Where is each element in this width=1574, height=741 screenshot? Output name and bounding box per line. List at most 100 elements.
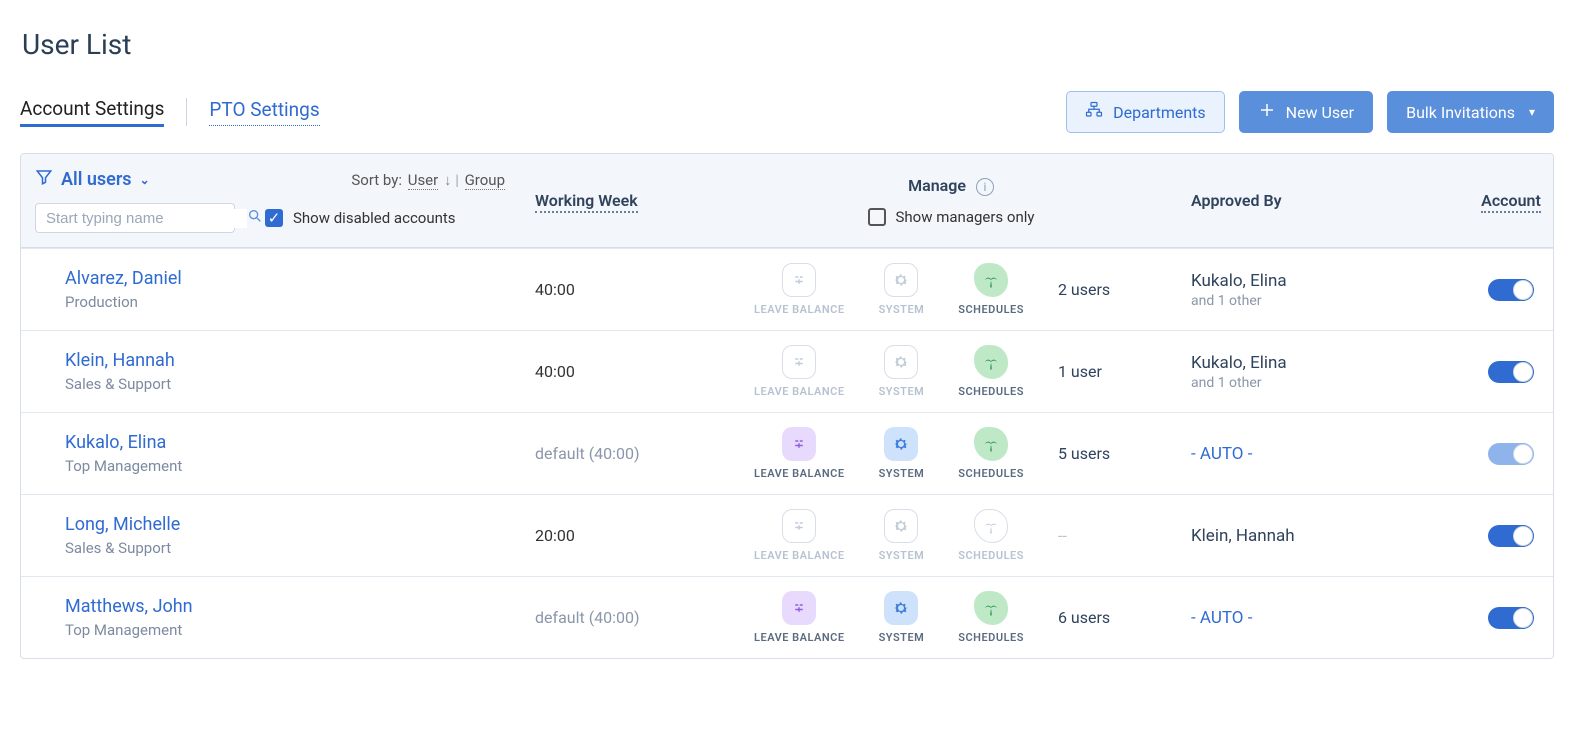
approved-by-cell[interactable]: - AUTO - <box>1181 444 1441 464</box>
funnel-icon <box>35 168 53 191</box>
working-week-value[interactable]: 40:00 <box>521 280 721 299</box>
header-approved-by: Approved By <box>1181 191 1441 210</box>
user-name-link[interactable]: Kukalo, Elina <box>65 432 521 453</box>
user-name-link[interactable]: Matthews, John <box>65 596 521 617</box>
managed-users-count[interactable]: -- <box>1058 526 1128 545</box>
working-week-value[interactable]: default (40:00) <box>521 444 721 463</box>
managed-users-count[interactable]: 6 users <box>1058 608 1128 627</box>
managed-users-count[interactable]: 1 user <box>1058 362 1128 381</box>
palm-icon <box>974 263 1008 297</box>
manage-label: SCHEDULES <box>958 549 1024 562</box>
schedules-button[interactable]: SCHEDULES <box>958 345 1024 398</box>
account-sort[interactable]: Account <box>1481 191 1541 213</box>
toggle-knob <box>1513 362 1533 382</box>
user-cell: Long, MichelleSales & Support <box>21 514 521 557</box>
leave-balance-button[interactable]: LEAVE BALANCE <box>754 345 845 398</box>
manage-label: SYSTEM <box>879 303 925 316</box>
system-button[interactable]: SYSTEM <box>879 591 925 644</box>
show-disabled-label: Show disabled accounts <box>293 209 456 227</box>
toggle-switch[interactable] <box>1488 361 1534 383</box>
working-week-value[interactable]: 40:00 <box>521 362 721 381</box>
account-toggle[interactable] <box>1441 443 1554 465</box>
user-cell: Klein, HannahSales & Support <box>21 350 521 393</box>
palm-icon <box>974 427 1008 461</box>
info-icon[interactable]: i <box>976 178 994 196</box>
gear-icon <box>884 427 918 461</box>
system-button[interactable]: SYSTEM <box>879 509 925 562</box>
user-department: Production <box>65 293 521 311</box>
account-toggle[interactable] <box>1441 607 1554 629</box>
plus-minus-icon <box>782 509 816 543</box>
user-name-link[interactable]: Klein, Hannah <box>65 350 521 371</box>
leave-balance-button[interactable]: LEAVE BALANCE <box>754 509 845 562</box>
system-button[interactable]: SYSTEM <box>879 427 925 480</box>
working-week-sort[interactable]: Working Week <box>535 191 638 213</box>
plus-minus-icon <box>782 427 816 461</box>
approved-by-cell[interactable]: Kukalo, Elinaand 1 other <box>1181 353 1441 391</box>
account-toggle[interactable] <box>1441 525 1554 547</box>
approver-extra: and 1 other <box>1191 375 1441 391</box>
toggle-switch[interactable] <box>1488 279 1534 301</box>
manage-label: Manage <box>908 176 966 195</box>
all-users-filter[interactable]: All users ⌄ <box>35 168 150 191</box>
auto-approver[interactable]: - AUTO - <box>1191 444 1441 464</box>
manage-label: SYSTEM <box>879 385 925 398</box>
managed-users-count[interactable]: 2 users <box>1058 280 1128 299</box>
sort-user-link[interactable]: User <box>408 171 439 190</box>
account-toggle[interactable] <box>1441 361 1554 383</box>
show-disabled-checkbox[interactable]: ✓ Show disabled accounts <box>265 209 456 227</box>
gear-icon <box>884 263 918 297</box>
plus-minus-icon <box>782 591 816 625</box>
managed-users-count[interactable]: 5 users <box>1058 444 1128 463</box>
leave-balance-button[interactable]: LEAVE BALANCE <box>754 427 845 480</box>
manage-label: LEAVE BALANCE <box>754 467 845 480</box>
user-department: Top Management <box>65 621 521 639</box>
leave-balance-button[interactable]: LEAVE BALANCE <box>754 591 845 644</box>
schedules-button[interactable]: SCHEDULES <box>958 591 1024 644</box>
auto-approver[interactable]: - AUTO - <box>1191 608 1441 628</box>
table-header-row: All users ⌄ Sort by: User ↓ | Group <box>21 154 1553 248</box>
schedules-button[interactable]: SCHEDULES <box>958 509 1024 562</box>
palm-icon <box>974 591 1008 625</box>
sort-group-link[interactable]: Group <box>465 171 505 190</box>
gear-icon <box>884 345 918 379</box>
manage-cell: LEAVE BALANCE SYSTEM SCHEDULES 2 users <box>721 263 1181 316</box>
toggle-switch[interactable] <box>1488 525 1534 547</box>
departments-label: Departments <box>1113 103 1206 122</box>
search-icon[interactable] <box>247 208 263 228</box>
user-name-link[interactable]: Long, Michelle <box>65 514 521 535</box>
schedules-button[interactable]: SCHEDULES <box>958 427 1024 480</box>
toggle-knob <box>1513 280 1533 300</box>
plus-minus-icon <box>782 345 816 379</box>
system-button[interactable]: SYSTEM <box>879 345 925 398</box>
working-week-value[interactable]: default (40:00) <box>521 608 721 627</box>
new-user-label: New User <box>1286 103 1354 122</box>
check-icon: ✓ <box>265 209 283 227</box>
toggle-switch[interactable] <box>1488 607 1534 629</box>
approver-name: Klein, Hannah <box>1191 526 1441 546</box>
system-button[interactable]: SYSTEM <box>879 263 925 316</box>
tab-pto-settings[interactable]: PTO Settings <box>209 98 319 126</box>
filter-cell: All users ⌄ Sort by: User ↓ | Group <box>21 168 521 233</box>
manage-label: SYSTEM <box>879 549 925 562</box>
approved-by-cell[interactable]: - AUTO - <box>1181 608 1441 628</box>
header-account: Account <box>1441 191 1554 210</box>
departments-button[interactable]: Departments <box>1066 91 1225 133</box>
schedules-button[interactable]: SCHEDULES <box>958 263 1024 316</box>
toggle-switch[interactable] <box>1488 443 1534 465</box>
bulk-invitations-button[interactable]: Bulk Invitations ▾ <box>1387 91 1554 133</box>
manage-label: SCHEDULES <box>958 385 1024 398</box>
new-user-button[interactable]: New User <box>1239 91 1373 133</box>
search-input[interactable] <box>44 209 247 228</box>
tab-separator <box>186 98 187 126</box>
user-name-link[interactable]: Alvarez, Daniel <box>65 268 521 289</box>
working-week-value[interactable]: 20:00 <box>521 526 721 545</box>
manage-cell: LEAVE BALANCE SYSTEM SCHEDULES -- <box>721 509 1181 562</box>
approved-by-cell[interactable]: Kukalo, Elinaand 1 other <box>1181 271 1441 309</box>
leave-balance-button[interactable]: LEAVE BALANCE <box>754 263 845 316</box>
approver-extra: and 1 other <box>1191 293 1441 309</box>
show-managers-only-checkbox[interactable]: Show managers only <box>868 208 1035 226</box>
tab-account-settings[interactable]: Account Settings <box>20 97 164 127</box>
approved-by-cell[interactable]: Klein, Hannah <box>1181 526 1441 546</box>
account-toggle[interactable] <box>1441 279 1554 301</box>
